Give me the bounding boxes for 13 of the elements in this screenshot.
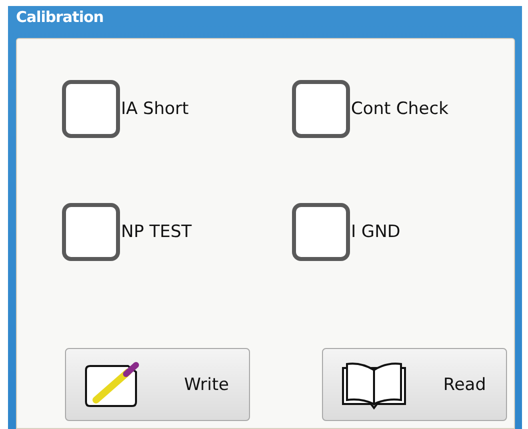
checkbox-label: NP TEST <box>121 222 192 242</box>
write-button[interactable]: Write <box>65 348 250 421</box>
checkbox[interactable] <box>292 80 350 138</box>
read-button[interactable]: Read <box>322 348 507 421</box>
checkbox-label: Cont Check <box>351 99 448 119</box>
checkbox-label: IA Short <box>121 99 189 119</box>
checkbox[interactable] <box>292 203 350 261</box>
book-icon <box>341 360 407 410</box>
checkbox-label: I GND <box>351 222 400 242</box>
window-title: Calibration <box>16 7 104 28</box>
pencil-icon <box>84 362 140 408</box>
checkbox[interactable] <box>62 80 120 138</box>
checkbox[interactable] <box>62 203 120 261</box>
